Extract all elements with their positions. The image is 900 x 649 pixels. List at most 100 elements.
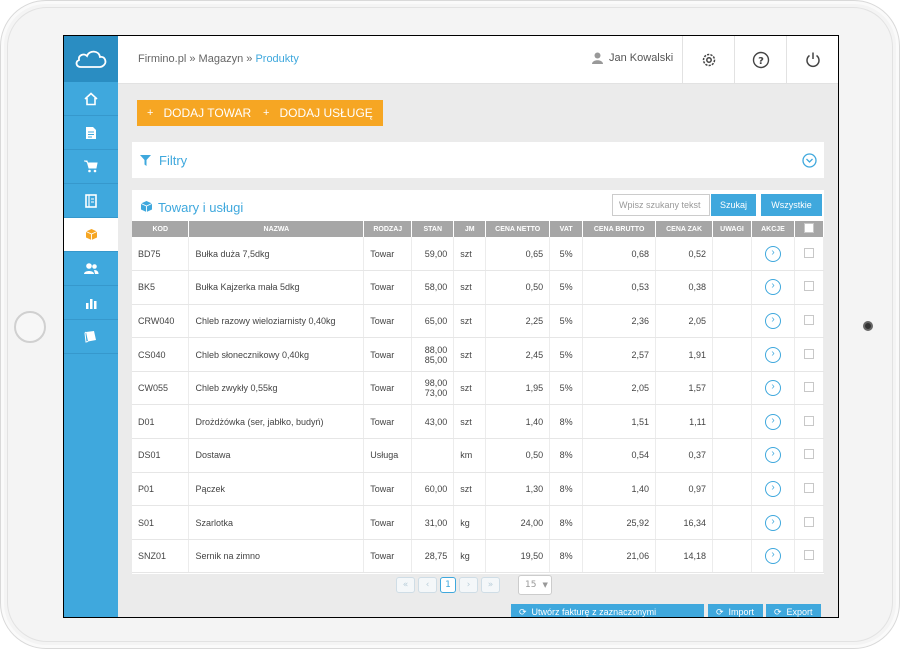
cell-nazwa: Pączek (188, 472, 365, 507)
sidebar-item-ledger[interactable] (64, 184, 118, 218)
logout-button[interactable] (786, 36, 838, 84)
cell-jm: kg (453, 505, 487, 540)
table-row[interactable]: CRW040 Chleb razowy wieloziarnisty 0,40kg… (132, 304, 825, 339)
row-checkbox[interactable] (803, 281, 814, 292)
row-checkbox[interactable] (803, 314, 814, 325)
select-all-header[interactable] (794, 221, 825, 237)
row-checkbox[interactable] (803, 482, 814, 493)
chevron-right-circle-icon[interactable]: › (764, 480, 781, 497)
cell-stan: 60,00 (411, 472, 455, 507)
sidebar-item-reports[interactable] (64, 286, 118, 320)
column-header-stan[interactable]: STAN (411, 221, 455, 237)
cell-kod: SNZ01 (132, 539, 190, 574)
chevron-right-circle-icon[interactable]: › (764, 447, 781, 464)
breadcrumb-home[interactable]: Firmino.pl (138, 53, 186, 65)
filters-panel[interactable]: Filtry (132, 142, 824, 178)
chevron-down-icon[interactable] (802, 153, 817, 168)
cloud-logo-icon[interactable] (64, 36, 118, 82)
cell-nazwa: Chleb zwykły 0,55kg (188, 371, 365, 406)
chevron-right-circle-icon[interactable]: › (764, 346, 781, 363)
chevron-right-circle-icon[interactable]: › (764, 312, 781, 329)
select-all-checkbox[interactable] (803, 223, 814, 233)
row-checkbox[interactable] (803, 449, 814, 460)
cell-akcje: › (751, 472, 795, 507)
search-input[interactable] (612, 194, 710, 216)
row-checkbox[interactable] (803, 348, 814, 359)
chevron-right-circle-icon[interactable]: › (764, 380, 781, 397)
table-header-row: KOD NAZWA RODZAJ STAN JM CENA NETTO VAT … (132, 221, 825, 237)
chevron-right-circle-icon[interactable]: › (764, 279, 781, 296)
sidebar-item-sales[interactable] (64, 150, 118, 184)
chevron-right-circle-icon[interactable]: › (764, 245, 781, 262)
prev-page-button[interactable]: ‹ (418, 577, 437, 593)
chevron-right-circle-icon[interactable]: › (764, 514, 781, 531)
chevron-right-circle-icon[interactable]: › (764, 548, 781, 565)
cell-vat: 5% (549, 304, 584, 339)
table-row[interactable]: BD75 Bułka duża 7,5dkg Towar 59,00 szt 0,65 5%… (132, 237, 825, 272)
first-page-button[interactable]: « (396, 577, 415, 593)
add-service-button[interactable]: + DODAJ USŁUGĘ (253, 100, 383, 126)
add-product-button[interactable]: + DODAJ TOWAR (137, 100, 262, 126)
cell-stan: 88,00 85,00 (411, 337, 455, 372)
table-row[interactable]: CW055 Chleb zwykły 0,55kg Towar 98,00 73,00 s… (132, 371, 825, 406)
user-menu[interactable]: Jan Kowalski (592, 52, 673, 64)
cell-cena-netto: 0,50 (485, 270, 551, 305)
table-row[interactable]: S01 Szarlotka Towar 31,00 kg 24,00 8% 25,92 16,3… (132, 505, 825, 540)
column-header-nazwa[interactable]: NAZWA (188, 221, 365, 237)
row-checkbox[interactable] (803, 247, 814, 258)
column-header-cena-brutto[interactable]: CENA BRUTTO (582, 221, 657, 237)
cell-kod: BK5 (132, 270, 190, 305)
column-header-rodzaj[interactable]: RODZAJ (363, 221, 413, 237)
sidebar-item-notes[interactable] (64, 320, 118, 354)
cell-cena-netto: 1,30 (485, 472, 551, 507)
table-row[interactable]: D01 Drożdżówka (ser, jabłko, budyń) Towar 4… (132, 404, 825, 440)
products-panel: Towary i usługi Szukaj Wszystkie KOD NAZ… (132, 190, 825, 574)
column-header-jm[interactable]: JM (453, 221, 487, 237)
table-row[interactable]: DS01 Dostawa Usługa km 0,50 8% 0,54 0,37 › (132, 438, 825, 473)
column-header-cena-zak[interactable]: CENA ZAK (655, 221, 714, 237)
export-button[interactable]: ⟳ Export (766, 604, 821, 617)
add-service-label: DODAJ USŁUGĘ (279, 106, 373, 120)
cell-akcje: › (751, 404, 795, 440)
cell-rodzaj: Towar (363, 404, 413, 440)
sidebar-item-home[interactable] (64, 82, 118, 116)
page-1-button[interactable]: 1 (440, 577, 456, 593)
cell-rodzaj: Towar (363, 237, 413, 272)
next-page-button[interactable]: › (459, 577, 478, 593)
cell-akcje: › (751, 270, 795, 305)
row-checkbox[interactable] (803, 550, 814, 561)
chevron-right-circle-icon[interactable]: › (764, 413, 781, 430)
table-row[interactable]: P01 Pączek Towar 60,00 szt 1,30 8% 1,40 0,97 › (132, 472, 825, 507)
column-header-uwagi[interactable]: UWAGI (712, 221, 752, 237)
create-invoice-button[interactable]: ⟳ Utwórz fakturę z zaznaczonymi pozycjam… (511, 604, 704, 617)
row-checkbox[interactable] (803, 516, 814, 527)
table-row[interactable]: BK5 Bułka Kajzerka mała 5dkg Towar 58,00 szt… (132, 270, 825, 305)
table-row[interactable]: CS040 Chleb słonecznikowy 0,40kg Towar 88,0… (132, 337, 825, 372)
sidebar-item-contractors[interactable] (64, 252, 118, 286)
cell-kod: BD75 (132, 237, 190, 272)
home-button[interactable] (14, 311, 46, 343)
cell-cena-zak: 0,38 (655, 270, 714, 305)
row-checkbox[interactable] (803, 382, 814, 393)
row-checkbox[interactable] (803, 415, 814, 426)
breadcrumb-section[interactable]: Magazyn (199, 53, 244, 65)
sidebar-item-warehouse[interactable] (64, 218, 118, 252)
sidebar-item-documents[interactable] (64, 116, 118, 150)
filter-icon (140, 154, 151, 166)
cell-akcje: › (751, 371, 795, 406)
cell-stan: 58,00 (411, 270, 455, 305)
column-header-vat[interactable]: VAT (549, 221, 584, 237)
column-header-kod[interactable]: KOD (132, 221, 190, 237)
show-all-button[interactable]: Wszystkie (761, 194, 822, 216)
top-bar: Firmino.pl » Magazyn » Produkty Jan Kowa… (118, 36, 838, 84)
cell-uwagi (712, 237, 752, 272)
settings-button[interactable] (682, 36, 734, 84)
last-page-button[interactable]: » (481, 577, 500, 593)
help-button[interactable]: ? (734, 36, 786, 84)
import-button[interactable]: ⟳ Import (708, 604, 763, 617)
per-page-select[interactable]: 15 ▼ (518, 575, 552, 595)
table-row[interactable]: SNZ01 Sernik na zimno Towar 28,75 kg 19,50 8% 2… (132, 539, 825, 574)
search-button[interactable]: Szukaj (711, 194, 756, 216)
column-header-cena-netto[interactable]: CENA NETTO (485, 221, 551, 237)
box-icon (140, 201, 153, 212)
